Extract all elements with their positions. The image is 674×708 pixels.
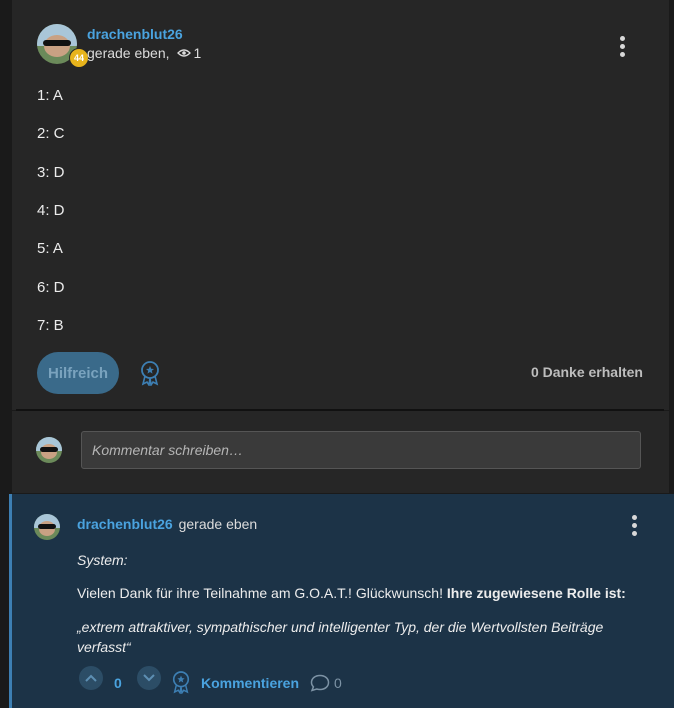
role-quote-line2: verfasst“ — [77, 639, 131, 655]
award-icon[interactable] — [139, 360, 161, 386]
speech-bubble-icon[interactable] — [310, 674, 330, 692]
answer-line: 6: D — [37, 279, 65, 296]
comment-button[interactable]: Kommentieren — [201, 675, 299, 691]
answer-line: 3: D — [37, 164, 65, 181]
answer-line: 5: A — [37, 240, 63, 257]
reply-card: drachenblut26 gerade eben System: Vielen… — [9, 494, 674, 708]
reply-author-name[interactable]: drachenblut26 — [77, 516, 173, 532]
reply-message-bold: Ihre zugewiesene Rolle ist: — [446, 585, 626, 601]
answer-line: 2: C — [37, 125, 65, 142]
current-user-avatar — [36, 437, 62, 463]
award-icon[interactable] — [171, 670, 191, 694]
vote-count: 0 — [114, 675, 122, 691]
reply-message-text: Vielen Dank für ihre Teilnahme am G.O.A.… — [77, 585, 447, 601]
comment-count: 0 — [334, 675, 342, 691]
role-quote-line1: „extrem attraktiver, sympathischer und i… — [77, 619, 604, 635]
comment-bar — [12, 411, 669, 493]
reply-author-avatar[interactable] — [34, 514, 60, 540]
post-meta: gerade eben, 1 — [87, 45, 201, 61]
answer-line: 1: A — [37, 87, 63, 104]
chevron-up-icon — [85, 674, 97, 682]
reply-header: drachenblut26 gerade eben — [77, 516, 257, 532]
helpful-button[interactable]: Hilfreich — [37, 352, 119, 394]
upvote-button[interactable] — [79, 666, 103, 690]
level-badge: 44 — [69, 48, 89, 68]
more-vert-icon[interactable] — [632, 515, 638, 536]
chevron-down-icon — [143, 674, 155, 682]
comment-input[interactable] — [81, 431, 641, 469]
post-time: gerade eben, — [87, 45, 170, 61]
answer-line: 7: B — [37, 317, 64, 334]
more-vert-icon[interactable] — [620, 36, 626, 57]
answer-line: 4: D — [37, 202, 65, 219]
author-name[interactable]: drachenblut26 — [87, 26, 183, 42]
downvote-button[interactable] — [137, 666, 161, 690]
system-label: System: — [77, 552, 128, 568]
eye-icon — [176, 49, 191, 57]
view-count: 1 — [193, 45, 202, 61]
reply-time: gerade eben — [178, 516, 258, 532]
reply-message: Vielen Dank für ihre Teilnahme am G.O.A.… — [77, 585, 626, 601]
thanks-count: 0 Danke erhalten — [530, 364, 643, 380]
post-card: 44 drachenblut26 gerade eben, 1 1: A 2: … — [12, 0, 669, 410]
